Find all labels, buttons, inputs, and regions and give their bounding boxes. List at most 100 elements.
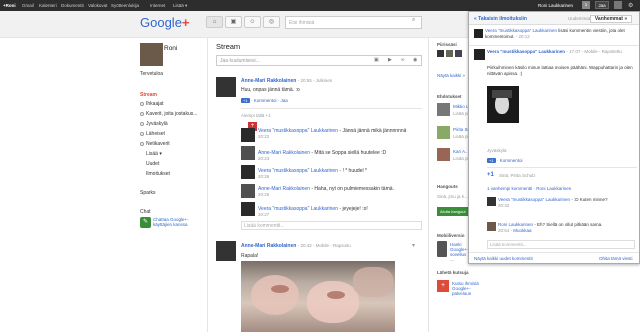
search-icon[interactable]: ⌕ [412,17,415,24]
nav-news[interactable]: Uudet [146,161,159,167]
share-placeholder: Jaa kuulumisesi... [220,58,260,64]
post2-time[interactable]: 20:42 [300,243,311,248]
notif-comment-1: Veera "mustikkasoppa" Laukkarinen - :D K… [498,197,608,208]
show-all-new-comments[interactable]: Näytä kaikki uudet kommentit [474,256,533,261]
nav-circle-0[interactable]: Ihkaajat [140,101,164,107]
nav-circle-2[interactable]: Jyväskylä [140,121,168,127]
post2-action[interactable]: Rapsoitu [333,243,351,248]
edit-comment-link[interactable]: Muokkaa [513,228,531,233]
profile-name[interactable]: Roni [164,45,177,52]
suggestion-1-avatar[interactable] [437,126,450,139]
nav-sparks[interactable]: Sparks [140,190,156,196]
post1-avatar[interactable] [216,77,236,97]
nav-notifications[interactable]: Ilmoitukset [146,171,170,177]
comment-3-avatar[interactable] [241,184,255,198]
back-to-notifications[interactable]: « Takaisin ilmoituksiin [474,16,527,22]
notif-older-comments[interactable]: 1 vanhempi kommentti · Roni Laukkarinen [487,186,571,191]
notif-post-text: Piirkuihminen käsilo minun lattiaa moise… [487,65,633,76]
comment-1: Anne-Mari Rakkolainen - Mitä se Soppa si… [258,150,387,161]
logo-google-text: Google [140,15,182,30]
suggestion-2-avatar[interactable] [437,148,450,161]
location-icon[interactable]: ◉ [413,57,417,63]
photos-icon[interactable]: ▣ [225,16,242,28]
post1-actions: +1 · Kommentoi · Jaa [241,98,288,104]
profile-avatar[interactable] [140,43,163,66]
newer-button[interactable]: Uudemmat [568,16,590,21]
topbar-calendar[interactable]: Kalenteri [39,3,57,8]
logo-plus-text: + [181,15,190,30]
post2-author[interactable]: Anne-Mari Rakkolainen [241,243,296,249]
invite-link[interactable]: Kutsu ihmisiä Google+-palveluun [452,281,482,296]
home-icon[interactable]: ⌂ [206,16,223,28]
suggestion-2-name[interactable]: Kari A... [453,149,469,154]
topbar-plus-roni[interactable]: +Roni [3,3,16,8]
comment-0: Veera "mustikkasoppa" Laukkarinen - Jänn… [258,128,407,139]
topbar-photos[interactable]: Valokuvat [88,3,107,8]
post2-menu-icon[interactable]: ▾ [412,242,415,249]
nav-circle-4[interactable]: Netikaverit [140,141,170,147]
mobile-link[interactable]: Hanki Google+-sovellus ... [450,242,470,262]
share-top-button[interactable]: Jaa [595,1,609,9]
search-input[interactable]: Etsi ihmisiä [285,16,422,29]
comment-4-avatar[interactable] [241,202,255,216]
post1-comment-share[interactable]: · Kommentoi · Jaa [251,98,288,103]
circle-member-avatar-1[interactable] [437,50,444,57]
notif-plus-people[interactable]: Sinä, Pirita Schulz [499,173,536,178]
suggestion-0-avatar[interactable] [437,103,450,116]
post1-plus-button[interactable]: +1 [241,98,250,103]
post1-scope[interactable]: Julkinen [316,78,333,83]
nav-welcome[interactable]: Tervetuloa [140,71,163,77]
post1-comment-input[interactable]: Lisää kommentti... [241,221,422,230]
notif-divider [469,45,639,46]
circles-show-all[interactable]: Näytä kaikki » [437,73,465,78]
topbar-internet[interactable]: Internet [150,3,165,8]
circle-member-avatar-2[interactable] [446,50,453,57]
topbar-gmail[interactable]: Gmail [22,3,34,8]
link-icon[interactable]: ∞ [401,57,405,63]
older-button[interactable]: Vanhemmat » [590,15,632,23]
chat-invite-link[interactable]: Chattaa Google+-käyttäjien kanssa [153,217,198,227]
notif-footer-divider [469,252,639,253]
topbar-reader[interactable]: Syötteenlukija [111,3,139,8]
hide-post-link[interactable]: Ohita tämä viesti [599,256,633,261]
post2-scope[interactable]: Mobile [316,243,329,248]
circle-member-avatar-3[interactable] [455,50,462,57]
topbar-username[interactable]: Roni Laukkarinen [538,3,573,8]
topbar-docs[interactable]: Dokumentit [61,3,84,8]
topbar-more[interactable]: Lisää ▾ [173,3,187,9]
notif-post-photo[interactable] [487,86,519,123]
nav-more[interactable]: Lisää ▾ [146,151,162,157]
notif-plus-button[interactable]: +1 [487,158,496,163]
notif-location[interactable]: Jyväskylä [487,148,507,153]
notif-c1-avatar[interactable] [487,197,496,206]
comment-2-avatar[interactable] [241,165,255,179]
gear-icon[interactable]: ⚙ [628,2,633,9]
comment-1-avatar[interactable] [241,146,255,160]
circles-icon[interactable]: ◎ [263,16,280,28]
plus-one-count-icon: +1 [487,172,494,178]
notif-header-avatar[interactable] [474,29,483,38]
video-icon[interactable]: ▶ [388,57,392,63]
nav-circle-1[interactable]: Kaverit, joita jostakus... [140,111,197,117]
share-box[interactable]: Jaa kuulumisesi... ▣ ▶ ∞ ◉ [216,55,422,66]
comment-0-avatar[interactable] [241,128,255,142]
notif-divider-2 [487,167,637,168]
google-plus-logo[interactable]: Google+ [140,15,190,30]
profile-icon[interactable]: ☺ [244,16,261,28]
post1-plus-info[interactable]: Aiempi tällä +1 [241,113,271,118]
notif-c2-avatar[interactable] [487,222,496,231]
post1-author[interactable]: Anne-Mari Rakkolainen [241,78,296,84]
notification-count[interactable]: 1 [582,1,590,9]
user-avatar[interactable] [614,1,622,9]
nav-circle-3[interactable]: Läheiset [140,131,165,137]
notif-header-text: Veera "mustikkasoppa" Laukkarinen lisäsi… [485,28,625,39]
post2-avatar[interactable] [216,241,236,261]
notif-post-avatar[interactable] [474,49,485,60]
notif-comment-link[interactable]: · Kommentoi [497,158,523,163]
start-hangout-button[interactable]: Aloita hangout [437,207,469,216]
camera-icon[interactable]: ▣ [374,57,379,63]
nav-stream[interactable]: Stream [140,92,157,98]
post2-photo[interactable] [241,261,395,332]
post1-time[interactable]: 20:55 [300,78,311,83]
notif-comment-input[interactable]: Lisää kommentti... [487,240,635,249]
